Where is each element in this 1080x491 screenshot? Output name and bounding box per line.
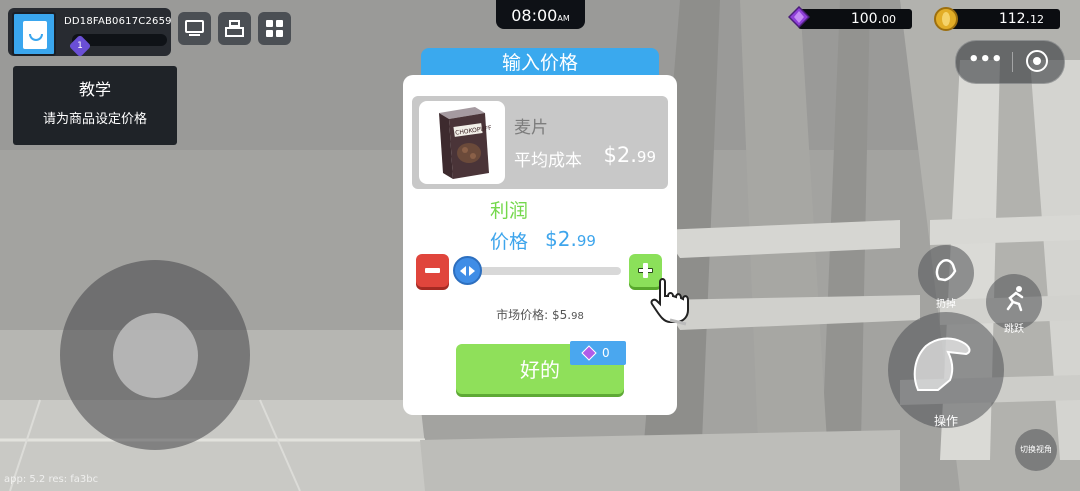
gem-amount-cents: 00 (882, 13, 896, 26)
jump-label: 跳跃 (1004, 324, 1024, 335)
market-price-cents: 98 (571, 311, 584, 322)
level-number: 1 (77, 41, 83, 51)
gem-amount: 100. (850, 11, 882, 27)
operate-label: 操作 (933, 414, 958, 428)
jump-running-icon (1006, 286, 1024, 312)
grid-icon (266, 20, 283, 37)
joystick-knob[interactable] (113, 313, 198, 398)
avg-cost-cents: 99 (636, 148, 656, 166)
throw-button[interactable]: 扔掉 (918, 245, 974, 310)
clock-time: 08:00 (511, 6, 558, 25)
avatar[interactable] (12, 12, 56, 56)
gem-icon (788, 6, 810, 28)
price-value: $2.99 (545, 227, 596, 251)
product-name: 麦片 (514, 118, 548, 138)
switch-view-button[interactable]: 切换视角 (1015, 429, 1057, 471)
coin-icon (934, 7, 958, 31)
tutorial-text: 请为商品设定价格 (42, 112, 147, 127)
price-label: 价格 (490, 231, 529, 253)
gem-balance: 100.00 (798, 9, 912, 29)
tutorial-title: 教学 (78, 80, 111, 99)
switch-view-label: 切换视角 (1020, 445, 1052, 454)
price-cents: 99 (576, 232, 596, 250)
price-dialog: CHOKOPUFF 麦片 平均成本 $2.99 利润 价格 $2.99 市场价格… (403, 75, 677, 415)
close-target-icon[interactable] (1026, 50, 1048, 72)
gem-small-icon (581, 345, 597, 361)
version-info: app: 5.2 res: fa3bc (4, 474, 99, 485)
market-price: 市场价格: $5.98 (403, 306, 677, 323)
coin-balance: 112.12 (944, 9, 1060, 29)
market-price-label: 市场价格: (496, 308, 549, 322)
more-menu-button[interactable]: ••• (968, 49, 1003, 73)
monitor-icon (185, 20, 204, 36)
shopping-bag-icon (23, 21, 47, 49)
profit-label: 利润 (490, 200, 529, 222)
throw-hand-icon (935, 258, 957, 282)
tutorial-panel: 教学 请为商品设定价格 (13, 66, 177, 145)
cash-register-icon (225, 20, 244, 37)
jump-button[interactable]: 跳跃 (986, 274, 1042, 335)
operate-button[interactable]: 操作 (888, 312, 1004, 428)
cereal-box-icon: CHOKOPUFF (439, 107, 493, 179)
coin-amount: 112. (998, 11, 1030, 27)
product-image: CHOKOPUFF (419, 101, 505, 184)
pointer-hand-icon (650, 278, 689, 326)
monitor-button[interactable] (178, 12, 211, 45)
price-slider-handle[interactable] (453, 256, 482, 285)
grid-menu-button[interactable] (258, 12, 291, 45)
avg-cost-value: $2.99 (604, 143, 657, 167)
throw-label: 扔掉 (936, 299, 956, 310)
mini-program-capsule: ••• (955, 40, 1065, 84)
clock-suffix: AM (557, 14, 570, 23)
market-price-dollars: $5. (552, 308, 572, 322)
avg-cost-dollars: $2. (603, 143, 637, 167)
product-card: CHOKOPUFF 麦片 平均成本 $2.99 (412, 96, 668, 189)
player-id: DD18FAB0617C2659 (64, 16, 172, 27)
price-dollars: $2. (545, 227, 577, 251)
cash-register-button[interactable] (218, 12, 251, 45)
game-clock: 08:00AM (496, 0, 585, 29)
player-profile[interactable]: DD18FAB0617C2659 1 (8, 8, 172, 58)
capsule-divider (1012, 52, 1013, 72)
avg-cost-label: 平均成本 (514, 151, 582, 171)
decrease-price-button[interactable] (416, 254, 449, 287)
gem-cost-tag: 0 (570, 341, 626, 365)
grab-hand-icon (913, 337, 971, 391)
gem-cost: 0 (602, 346, 610, 360)
coin-amount-cents: 12 (1030, 13, 1044, 26)
